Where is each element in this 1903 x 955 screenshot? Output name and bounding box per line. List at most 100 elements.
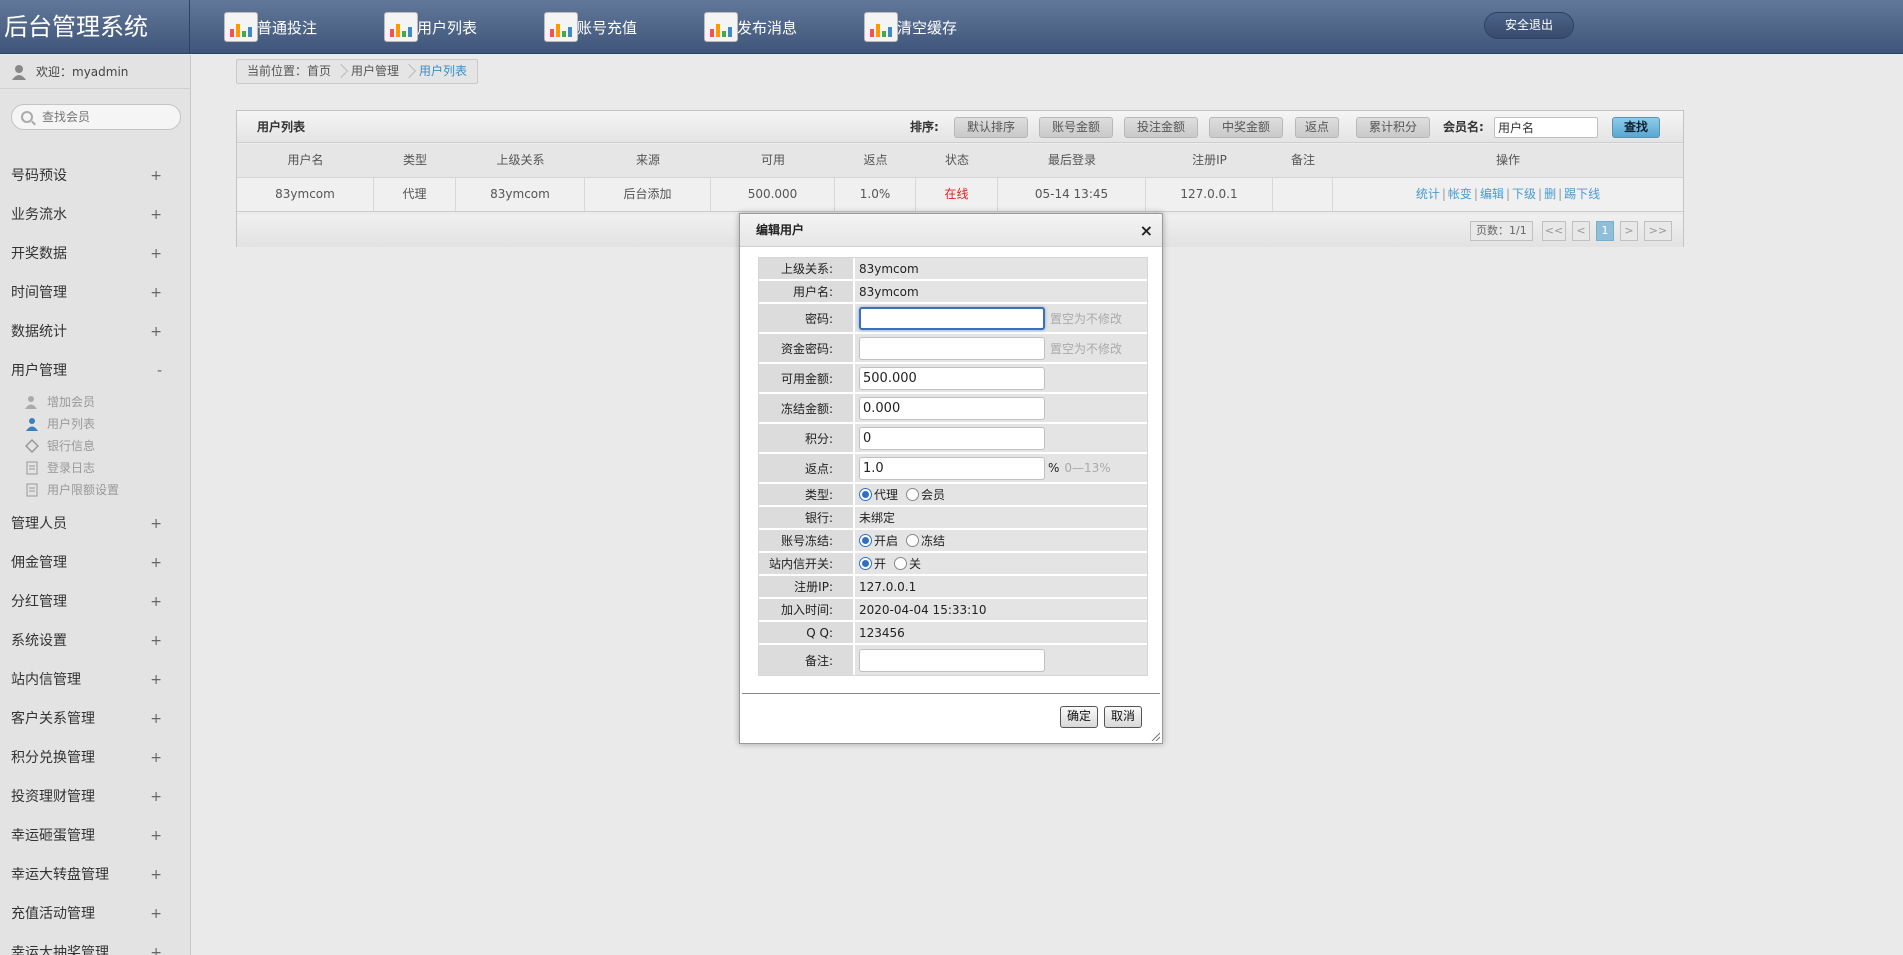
welcome-text: 欢迎：myadmin [36,65,129,79]
op-stats-link[interactable]: 统计 [1416,187,1440,201]
menu-user-management[interactable]: 用户管理 - [0,352,190,391]
cell-reg-ip: 127.0.0.1 [1146,178,1273,211]
breadcrumb-user-management[interactable]: 用户管理 [341,60,409,83]
collapse-icon: - [156,363,162,379]
first-page-button[interactable]: << [1542,221,1566,241]
freeze-frozen-option[interactable]: 冻结 [906,532,945,549]
breadcrumb-home[interactable]: 当前位置：首页 [237,60,341,83]
menu-commission[interactable]: 佣金管理 + [0,544,190,583]
confirm-button[interactable]: 确定 [1060,706,1098,728]
balance-field[interactable] [859,366,1045,390]
topnav-label: 清空缓存 [897,19,958,37]
menu-number-preset[interactable]: 号码预设 + [0,157,190,196]
find-button[interactable]: 查找 [1612,117,1660,138]
menu-lottery-data[interactable]: 开奖数据 + [0,235,190,274]
op-delete-link[interactable]: 删 [1544,187,1556,201]
value-rebate-wrap: % 0—13% [859,454,1111,482]
resize-handle-icon[interactable] [1150,731,1160,741]
sort-rebate-button[interactable]: 返点 [1295,117,1339,138]
menu-label: 充值活动管理 [11,906,95,922]
member-name-label: 会员名: [1443,120,1484,134]
expand-icon: + [150,324,162,340]
label-qq: Q Q: [759,622,855,643]
expand-icon: + [150,789,162,805]
sidebar-item-add-member[interactable]: 增加会员 [0,391,190,413]
sidebar-item-bank-info[interactable]: 银行信息 [0,435,190,457]
menu-time-management[interactable]: 时间管理 + [0,274,190,313]
sort-default-button[interactable]: 默认排序 [954,117,1028,138]
sort-account-balance-button[interactable]: 账号金额 [1039,117,1113,138]
radio-unchecked-icon[interactable] [906,488,920,501]
menu-system-settings[interactable]: 系统设置 + [0,622,190,661]
row-rebate: 返点: % 0—13% [759,454,1147,484]
diamond-icon [25,439,39,453]
menu-recharge-activity[interactable]: 充值活动管理 + [0,895,190,934]
row-parent: 上级关系: 83ymcom [759,258,1147,281]
menu-investment[interactable]: 投资理财管理 + [0,778,190,817]
menu-admins[interactable]: 管理人员 + [0,505,190,544]
col-source: 来源 [635,153,660,167]
menu-business-flow[interactable]: 业务流水 + [0,196,190,235]
radio-unchecked-icon[interactable] [906,534,920,547]
label-password: 密码: [759,304,855,332]
sort-win-amount-button[interactable]: 中奖金额 [1209,117,1283,138]
radio-checked-icon[interactable] [859,557,872,570]
password-field[interactable] [859,306,1045,330]
menu-lucky-wheel[interactable]: 幸运大转盘管理 + [0,856,190,895]
menu-dividend[interactable]: 分红管理 + [0,583,190,622]
menu-points-exchange[interactable]: 积分兑换管理 + [0,739,190,778]
menu-lucky-egg[interactable]: 幸运砸蛋管理 + [0,817,190,856]
sidebar-item-login-log[interactable]: 登录日志 [0,457,190,479]
cell-username: 83ymcom [237,178,374,211]
next-page-button[interactable]: > [1620,221,1638,241]
cell-balance: 500.000 [711,178,835,211]
menu-statistics[interactable]: 数据统计 + [0,313,190,352]
member-search-input[interactable] [11,104,181,130]
dialog-divider [742,693,1160,694]
radio-checked-icon[interactable] [859,534,872,547]
menu-internal-mail[interactable]: 站内信管理 + [0,661,190,700]
current-page-button[interactable]: 1 [1596,221,1614,241]
radio-unchecked-icon[interactable] [894,557,908,570]
radio-checked-icon[interactable] [859,488,872,501]
value-join-time: 2020-04-04 15:33:10 [859,602,987,617]
row-frozen: 冻结金额: [759,394,1147,424]
menu-label: 时间管理 [11,285,67,301]
topnav-label: 账号充值 [577,19,638,37]
label-rebate: 返点: [759,454,855,482]
member-name-input[interactable] [1494,117,1598,138]
op-edit-link[interactable]: 编辑 [1480,187,1504,201]
last-page-button[interactable]: >> [1644,221,1672,241]
sidebar-item-user-list[interactable]: 用户列表 [0,413,190,435]
row-note: 备注: [759,645,1147,675]
freeze-enabled-option[interactable]: 开启 [859,532,898,549]
label-type: 类型: [759,484,855,505]
value-fund-password-wrap: 置空为不修改 [859,334,1122,362]
menu-crm[interactable]: 客户关系管理 + [0,700,190,739]
op-subordinate-link[interactable]: 下级 [1512,187,1536,201]
logout-button[interactable]: 安全退出 [1484,12,1574,39]
sort-bet-amount-button[interactable]: 投注金额 [1124,117,1198,138]
fund-password-field[interactable] [859,336,1045,360]
menu-label: 站内信管理 [11,672,81,688]
cancel-button[interactable]: 取消 [1104,706,1142,728]
mail-on-option[interactable]: 开 [859,555,886,572]
type-agent-option[interactable]: 代理 [859,486,898,503]
note-field[interactable] [859,648,1045,672]
menu-label: 系统设置 [11,633,67,649]
sort-points-button[interactable]: 累计积分 [1356,117,1430,138]
mail-off-option[interactable]: 关 [894,555,921,572]
label-mail: 站内信开关: [759,553,855,574]
prev-page-button[interactable]: < [1572,221,1590,241]
option-label: 开 [874,557,887,571]
close-icon[interactable]: × [1140,214,1153,247]
col-type: 类型 [402,153,427,167]
menu-lucky-draw[interactable]: 幸运大抽奖管理 + [0,934,190,955]
points-field[interactable] [859,426,1045,450]
type-member-option[interactable]: 会员 [906,486,945,503]
rebate-field[interactable] [859,456,1045,480]
op-kick-offline-link[interactable]: 踢下线 [1564,187,1600,201]
sidebar-item-user-limit[interactable]: 用户限额设置 [0,479,190,501]
frozen-amount-field[interactable] [859,396,1045,420]
op-account-change-link[interactable]: 帐变 [1448,187,1472,201]
